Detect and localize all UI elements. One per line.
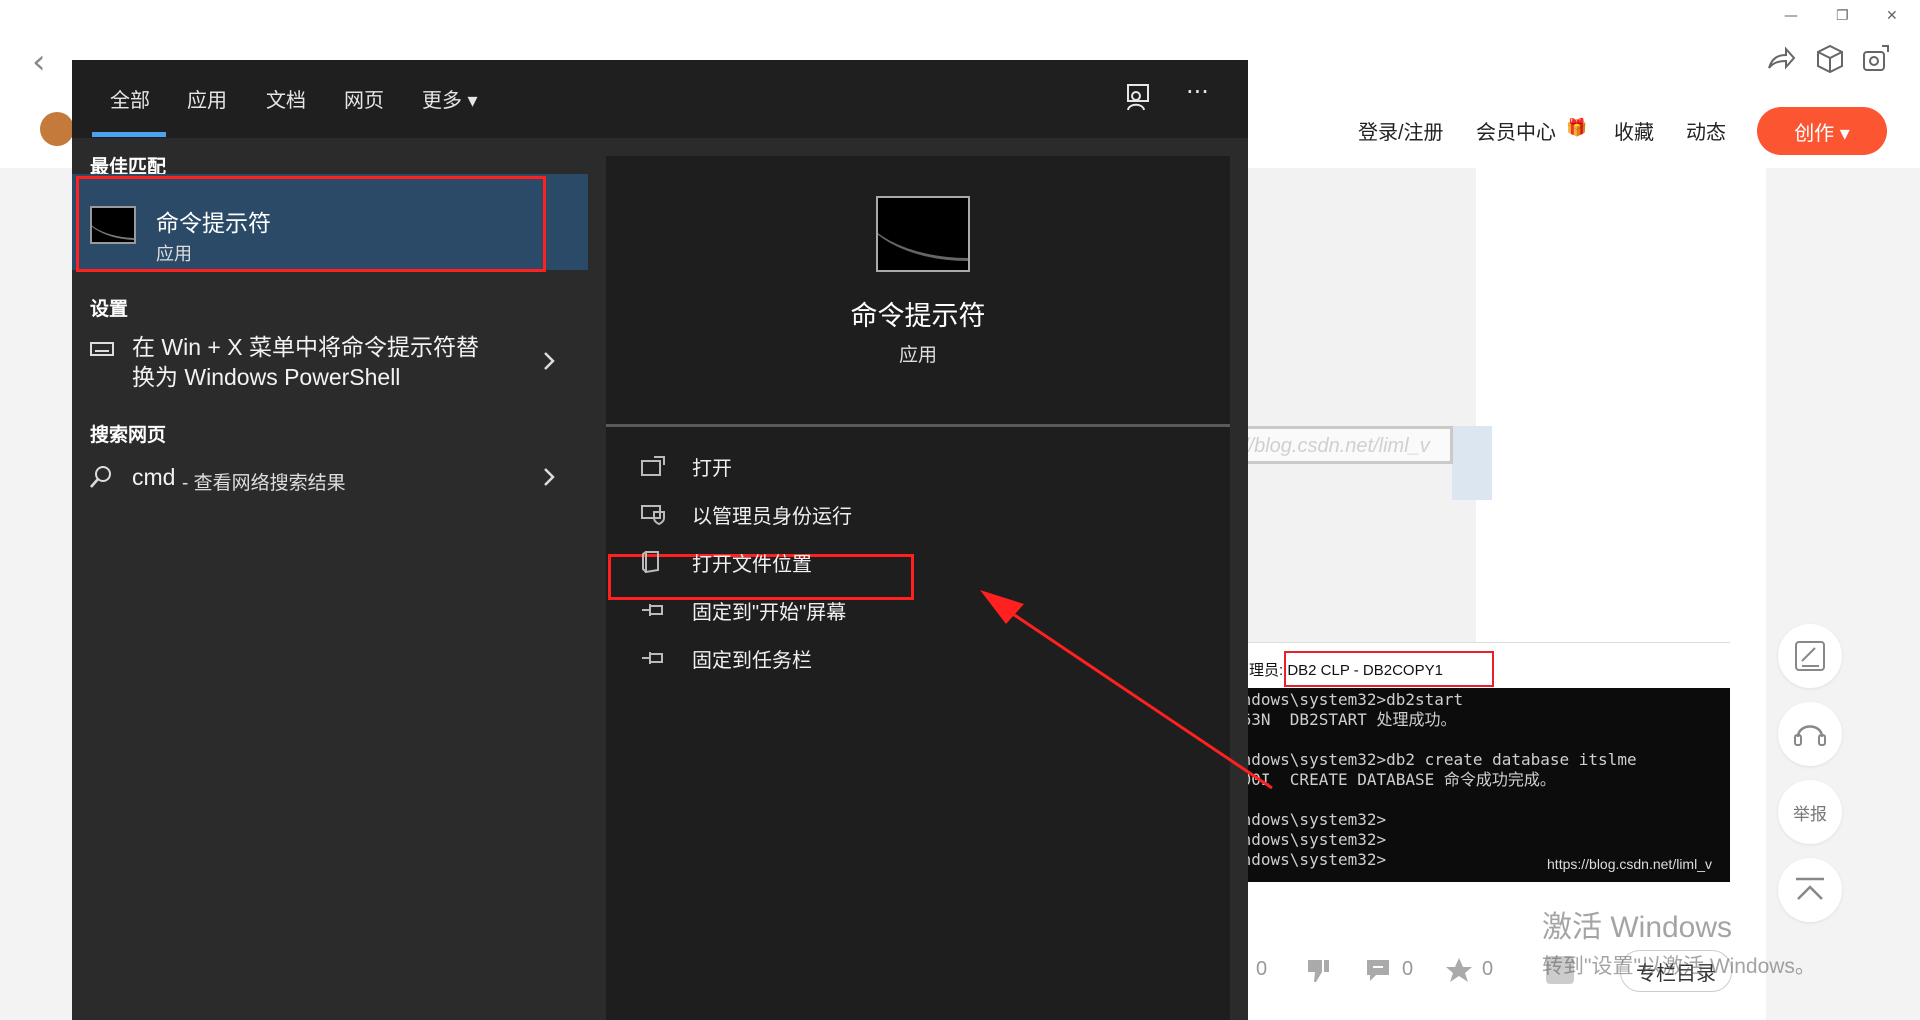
comment-count: 0 xyxy=(1402,958,1414,980)
edit-icon xyxy=(1795,641,1825,671)
back-to-top-icon xyxy=(1796,877,1824,900)
settings-item-line2: 换为 Windows PowerShell xyxy=(132,364,401,390)
activation-subtitle: 转到"设置"以激活 Windows。 xyxy=(1542,955,1816,978)
cmd-title-bar: 管理员: DB2 CLP - DB2COPY1 xyxy=(1230,642,1730,689)
feedback-icon[interactable] xyxy=(1124,82,1154,112)
dislike-icon[interactable] xyxy=(1304,956,1332,984)
pin-to-start-label: 固定到"开始"屏幕 xyxy=(692,601,847,624)
preview-title: 命令提示符 xyxy=(850,301,986,331)
pin-icon xyxy=(642,604,663,616)
tab-apps[interactable]: 应用 xyxy=(187,84,227,113)
best-match-name: 命令提示符 xyxy=(156,210,271,236)
like-count: 0 xyxy=(1256,958,1268,980)
report-label: 举报 xyxy=(1793,804,1827,824)
report-button[interactable]: 举报 xyxy=(1778,780,1842,844)
windows-activation-watermark: 激活 Windows 转到"设置"以激活 Windows。 xyxy=(1542,902,1816,980)
chevron-right-icon xyxy=(544,468,555,486)
favorites-link[interactable]: 收藏 xyxy=(1614,116,1654,145)
image-watermark: https://blog.csdn.net/liml_v xyxy=(1547,856,1712,872)
support-tool-button[interactable] xyxy=(1778,702,1842,766)
web-query: cmd xyxy=(132,464,176,490)
close-button[interactable]: ✕ xyxy=(1886,8,1898,24)
web-query-suffix: - 查看网络搜索结果 xyxy=(182,473,346,494)
url-image-text: //blog.csdn.net/liml_v xyxy=(1236,426,1453,464)
restore-button[interactable]: ❐ xyxy=(1836,8,1849,24)
search-tab-bar: 全部 应用 文档 网页 更多 ▾ ··· xyxy=(72,60,1248,138)
settings-item-line1: 在 Win + X 菜单中将命令提示符替 xyxy=(132,334,479,360)
divider xyxy=(606,424,1230,427)
tab-web[interactable]: 网页 xyxy=(344,84,384,113)
run-as-admin-action[interactable]: 以管理员身份运行 xyxy=(640,494,852,534)
open-file-location-label: 打开文件位置 xyxy=(692,553,812,576)
share-icon[interactable] xyxy=(1766,46,1796,72)
pin-to-taskbar-action[interactable]: 固定到任务栏 xyxy=(640,638,812,678)
comment-icon[interactable] xyxy=(1364,956,1392,984)
cmd-screenshot-image: 管理员: DB2 CLP - DB2COPY1 indows\system32>… xyxy=(1230,642,1730,882)
tab-all[interactable]: 全部 xyxy=(110,84,150,113)
keyboard-icon xyxy=(90,342,114,356)
web-search-item[interactable]: cmd - 查看网络搜索结果 xyxy=(72,458,588,508)
run-as-admin-label: 以管理员身份运行 xyxy=(692,505,852,528)
settings-header: 设置 xyxy=(90,299,129,320)
cube-icon[interactable] xyxy=(1816,44,1844,74)
tab-documents[interactable]: 文档 xyxy=(266,84,306,113)
best-match-type: 应用 xyxy=(156,244,192,264)
avatar[interactable] xyxy=(40,112,74,146)
more-options-icon[interactable]: ··· xyxy=(1186,78,1209,106)
console-line: indows\system32>db2start xyxy=(1232,690,1464,709)
star-icon[interactable] xyxy=(1444,956,1474,984)
console-line: indows\system32> xyxy=(1232,830,1387,849)
highlight-box xyxy=(76,176,546,272)
settings-result-item[interactable]: 在 Win + X 菜单中将命令提示符替 换为 Windows PowerShe… xyxy=(72,332,588,402)
open-label: 打开 xyxy=(692,457,732,480)
image-frame xyxy=(1452,426,1492,500)
login-link[interactable]: 登录/注册 xyxy=(1358,116,1444,145)
shield-icon xyxy=(641,505,665,525)
open-action[interactable]: 打开 xyxy=(640,446,732,486)
member-center-link[interactable]: 会员中心 xyxy=(1476,116,1556,145)
folder-icon xyxy=(642,551,659,574)
web-search-header: 搜索网页 xyxy=(90,425,167,446)
back-icon[interactable]: ‹ xyxy=(32,42,46,82)
open-file-location-action[interactable]: 打开文件位置 xyxy=(640,542,812,582)
star-count: 0 xyxy=(1482,958,1494,980)
search-icon xyxy=(90,466,111,488)
active-tab-indicator xyxy=(92,132,166,137)
start-search-panel: 全部 应用 文档 网页 更多 ▾ ··· 最佳匹配 命令提示符 应用 设置 在 … xyxy=(72,60,1273,1020)
command-prompt-icon xyxy=(90,206,136,244)
chevron-right-icon xyxy=(544,352,555,370)
annotation-arrow xyxy=(980,590,1273,790)
edit-tool-button[interactable] xyxy=(1778,624,1842,688)
activation-title: 激活 Windows xyxy=(1542,911,1733,944)
highlight-box xyxy=(1284,651,1494,687)
open-icon xyxy=(641,456,665,476)
screenshot-icon[interactable] xyxy=(1862,44,1890,74)
console-line: 000I CREATE DATABASE 命令成功完成。 xyxy=(1232,770,1556,789)
command-prompt-icon xyxy=(876,196,970,272)
create-button-label: 创作 ▾ xyxy=(1794,122,1850,145)
activity-link[interactable]: 动态 xyxy=(1686,116,1726,145)
console-line: 063N DB2START 处理成功。 xyxy=(1232,710,1457,729)
pin-icon xyxy=(642,652,663,664)
console-line: indows\system32> xyxy=(1232,810,1387,829)
create-button[interactable]: 创作 ▾ xyxy=(1757,107,1887,155)
tab-more[interactable]: 更多 ▾ xyxy=(422,84,478,113)
minimize-button[interactable]: — xyxy=(1784,8,1798,24)
headset-icon xyxy=(1794,725,1826,746)
console-line: indows\system32>db2 create database itsl… xyxy=(1232,750,1637,769)
preview-type: 应用 xyxy=(898,345,937,366)
pin-to-start-action[interactable]: 固定到"开始"屏幕 xyxy=(640,590,846,630)
pin-to-taskbar-label: 固定到任务栏 xyxy=(692,649,812,672)
gift-icon: 🎁 xyxy=(1566,118,1588,138)
cmd-console-output: indows\system32>db2start 063N DB2START 处… xyxy=(1230,688,1730,882)
